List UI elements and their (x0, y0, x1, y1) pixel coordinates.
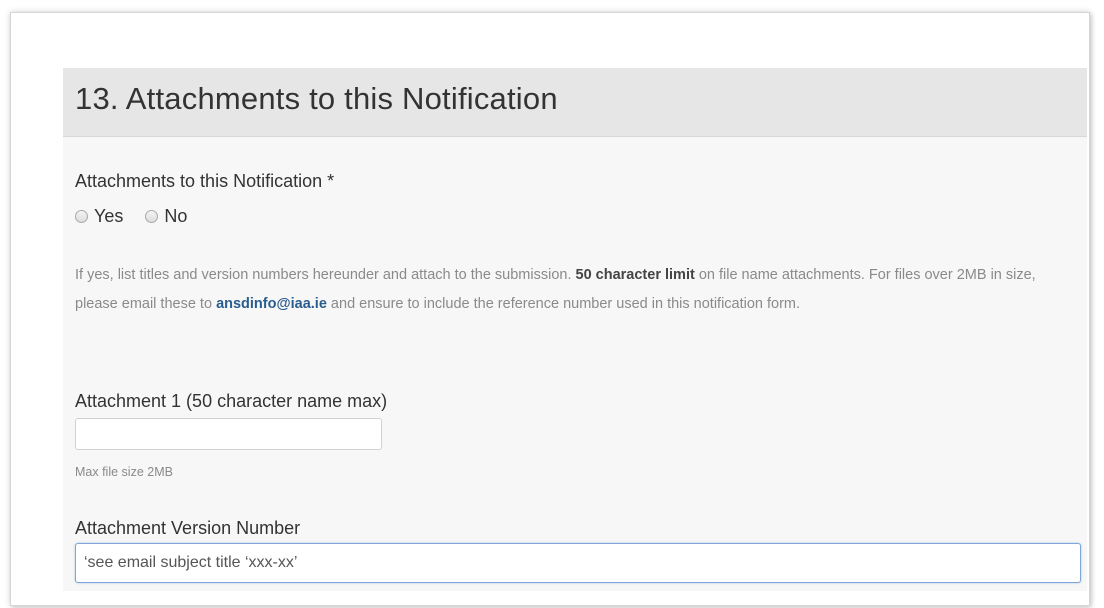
attachment-instructions: If yes, list titles and version numbers … (75, 261, 1055, 319)
radio-label-no: No (164, 205, 188, 226)
instructions-text-3: and ensure to include the reference numb… (326, 296, 801, 312)
attachment-1-input[interactable] (75, 418, 382, 450)
attachment-version-input[interactable] (75, 543, 1081, 583)
instructions-text-1: If yes, list titles and version numbers … (75, 267, 576, 283)
character-limit-emphasis: 50 character limit (575, 267, 695, 283)
attachment-version-label: Attachment Version Number (75, 518, 301, 538)
radio-button-no[interactable] (145, 209, 159, 223)
radio-label-yes: Yes (94, 205, 124, 226)
form-card: 13. Attachments to this Notification Att… (10, 12, 1090, 606)
radio-option-yes[interactable]: Yes (75, 206, 123, 227)
max-file-size-hint: Max file size 2MB (75, 465, 173, 479)
section-title: 13. Attachments to this Notification (75, 81, 558, 116)
email-link[interactable]: ansdinfo@iaa.ie (216, 296, 327, 312)
radio-option-no[interactable]: No (145, 206, 187, 227)
attachment-1-label: Attachment 1 (50 character name max) (75, 391, 388, 411)
attachments-question-label: Attachments to this Notification * (75, 171, 335, 191)
radio-button-yes[interactable] (75, 209, 88, 223)
attachments-radio-group: Yes No (75, 205, 209, 227)
attachments-panel: 13. Attachments to this Notification Att… (63, 68, 1087, 591)
panel-header: 13. Attachments to this Notification (63, 68, 1087, 137)
